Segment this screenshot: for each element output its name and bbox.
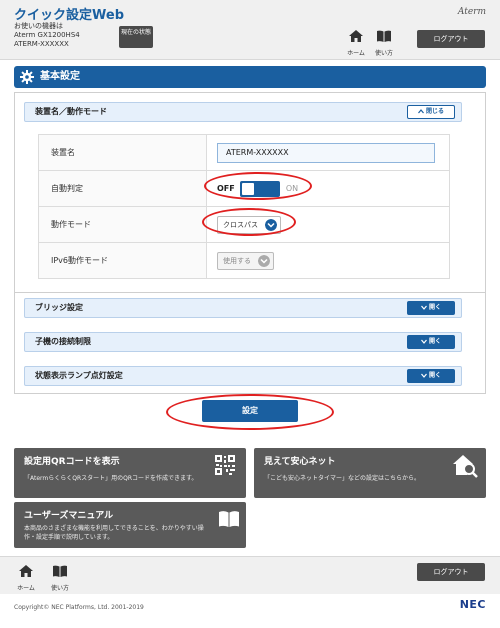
ipv6-select[interactable]: 使用する xyxy=(217,251,274,270)
device-name-label: 装置名 xyxy=(38,134,207,171)
home-icon xyxy=(349,30,363,42)
page-title-bar: 基本設定 xyxy=(14,66,486,88)
aterm-logo: Aterm xyxy=(457,7,486,17)
section-status-lamp-header[interactable]: 状態表示ランプ点灯設定 開く xyxy=(24,366,462,386)
manual-tile[interactable]: ユーザーズマニュアル 本商品のさまざまな機能を利用してできることを、わかりやすい… xyxy=(14,502,246,548)
manual-tile-desc: 本商品のさまざまな機能を利用してできることを、わかりやすい操 作・設定手順で説明… xyxy=(24,524,204,542)
section-device-mode-header[interactable]: 装置名／動作モード 閉じる xyxy=(24,102,462,122)
footer-usage-button[interactable]: 使い方 xyxy=(50,563,70,592)
usage-label: 使い方 xyxy=(374,50,393,57)
device-model: Aterm GX1200HS4 xyxy=(14,31,80,39)
home-search-icon xyxy=(453,455,478,478)
manual-desc-line2: 作・設定手順で説明しています。 xyxy=(24,534,114,541)
ipv6-cell: 使用する xyxy=(206,242,450,279)
nec-logo: NEC xyxy=(459,598,486,611)
device-name-input[interactable]: ATERM-XXXXXX xyxy=(217,142,435,163)
copyright: Copyright© NEC Platforms, Ltd. 2001-2019 xyxy=(14,604,144,611)
collapse-label: 閉じる xyxy=(426,108,445,115)
home-nav-button[interactable]: ホーム xyxy=(346,28,366,57)
safe-net-tile-title: 見えて安心ネット xyxy=(264,457,336,467)
usage-nav-button[interactable]: 使い方 xyxy=(374,28,394,57)
device-info: お使いの機器は Aterm GX1200HS4 ATERM-XXXXXX xyxy=(14,22,80,49)
device-mode-form: 装置名 ATERM-XXXXXX 自動判定 OFF ON 動作モード クロスパス… xyxy=(38,134,450,279)
qr-code-icon xyxy=(214,454,236,476)
highlight-mode xyxy=(202,208,296,236)
book-icon xyxy=(219,511,239,527)
footer-home-button[interactable]: ホーム xyxy=(16,563,36,592)
expand-button[interactable]: 開く xyxy=(407,369,455,383)
expand-button[interactable]: 開く xyxy=(407,301,455,315)
section-bridge-header[interactable]: ブリッジ設定 開く xyxy=(24,298,462,318)
expand-button[interactable]: 開く xyxy=(407,335,455,349)
footer-bar: ホーム 使い方 ログアウト xyxy=(0,556,500,594)
home-label: ホーム xyxy=(347,50,365,57)
home-icon xyxy=(19,565,33,577)
footer-logout-button[interactable]: ログアウト xyxy=(417,563,485,581)
chevron-down-icon xyxy=(420,373,427,378)
apply-button[interactable]: 設定 xyxy=(202,400,298,422)
book-icon xyxy=(377,30,391,42)
chevron-down-icon xyxy=(420,305,427,310)
current-status-button[interactable]: 現在の状態 xyxy=(119,26,153,48)
expand-label: 開く xyxy=(429,372,442,379)
chevron-down-icon xyxy=(420,339,427,344)
section-child-restriction-header[interactable]: 子機の接続制限 開く xyxy=(24,332,462,352)
ipv6-label: IPv6動作モード xyxy=(38,242,207,279)
chevron-up-icon xyxy=(417,109,424,114)
form-row: IPv6動作モード 使用する xyxy=(38,242,450,279)
mode-label: 動作モード xyxy=(38,206,207,243)
safe-net-tile[interactable]: 見えて安心ネット 「こども安心ネットタイマー」などの設定はこちらから。 xyxy=(254,448,486,498)
highlight-auto-detect xyxy=(204,172,312,200)
footer-home-label: ホーム xyxy=(17,585,35,592)
section-child-restriction-title: 子機の接続制限 xyxy=(35,337,91,346)
form-row: 装置名 ATERM-XXXXXX xyxy=(38,134,450,171)
ipv6-value: 使用する xyxy=(223,256,251,265)
section-bridge-title: ブリッジ設定 xyxy=(35,303,83,312)
safe-net-tile-desc: 「こども安心ネットタイマー」などの設定はこちらから。 xyxy=(264,475,421,482)
device-name: ATERM-XXXXXX xyxy=(14,40,69,48)
auto-detect-label: 自動判定 xyxy=(38,170,207,207)
device-label: お使いの機器は xyxy=(14,22,63,30)
section-status-lamp-title: 状態表示ランプ点灯設定 xyxy=(35,371,123,380)
qr-tile-desc: 「AtermらくらくQRスタート」用のQRコードを作成できます。 xyxy=(24,475,198,482)
device-name-cell: ATERM-XXXXXX xyxy=(206,134,450,171)
header: クイック設定Web お使いの機器は Aterm GX1200HS4 ATERM-… xyxy=(0,0,500,60)
footer-usage-label: 使い方 xyxy=(50,585,69,592)
manual-tile-title: ユーザーズマニュアル xyxy=(24,511,114,521)
expand-label: 開く xyxy=(429,338,442,345)
app-title: クイック設定Web xyxy=(14,8,124,23)
chevron-down-icon xyxy=(258,254,270,267)
section-device-mode-title: 装置名／動作モード xyxy=(35,107,107,116)
qr-code-tile[interactable]: 設定用QRコードを表示 「AtermらくらくQRスタート」用のQRコードを作成で… xyxy=(14,448,246,498)
book-icon xyxy=(53,565,67,577)
logout-button[interactable]: ログアウト xyxy=(417,30,485,48)
collapse-button[interactable]: 閉じる xyxy=(407,105,455,119)
page-title: 基本設定 xyxy=(40,71,80,82)
gear-icon xyxy=(20,70,34,84)
manual-desc-line1: 本商品のさまざまな機能を利用してできることを、わかりやすい操 xyxy=(24,525,204,532)
qr-tile-title: 設定用QRコードを表示 xyxy=(24,457,120,467)
expand-label: 開く xyxy=(429,304,442,311)
